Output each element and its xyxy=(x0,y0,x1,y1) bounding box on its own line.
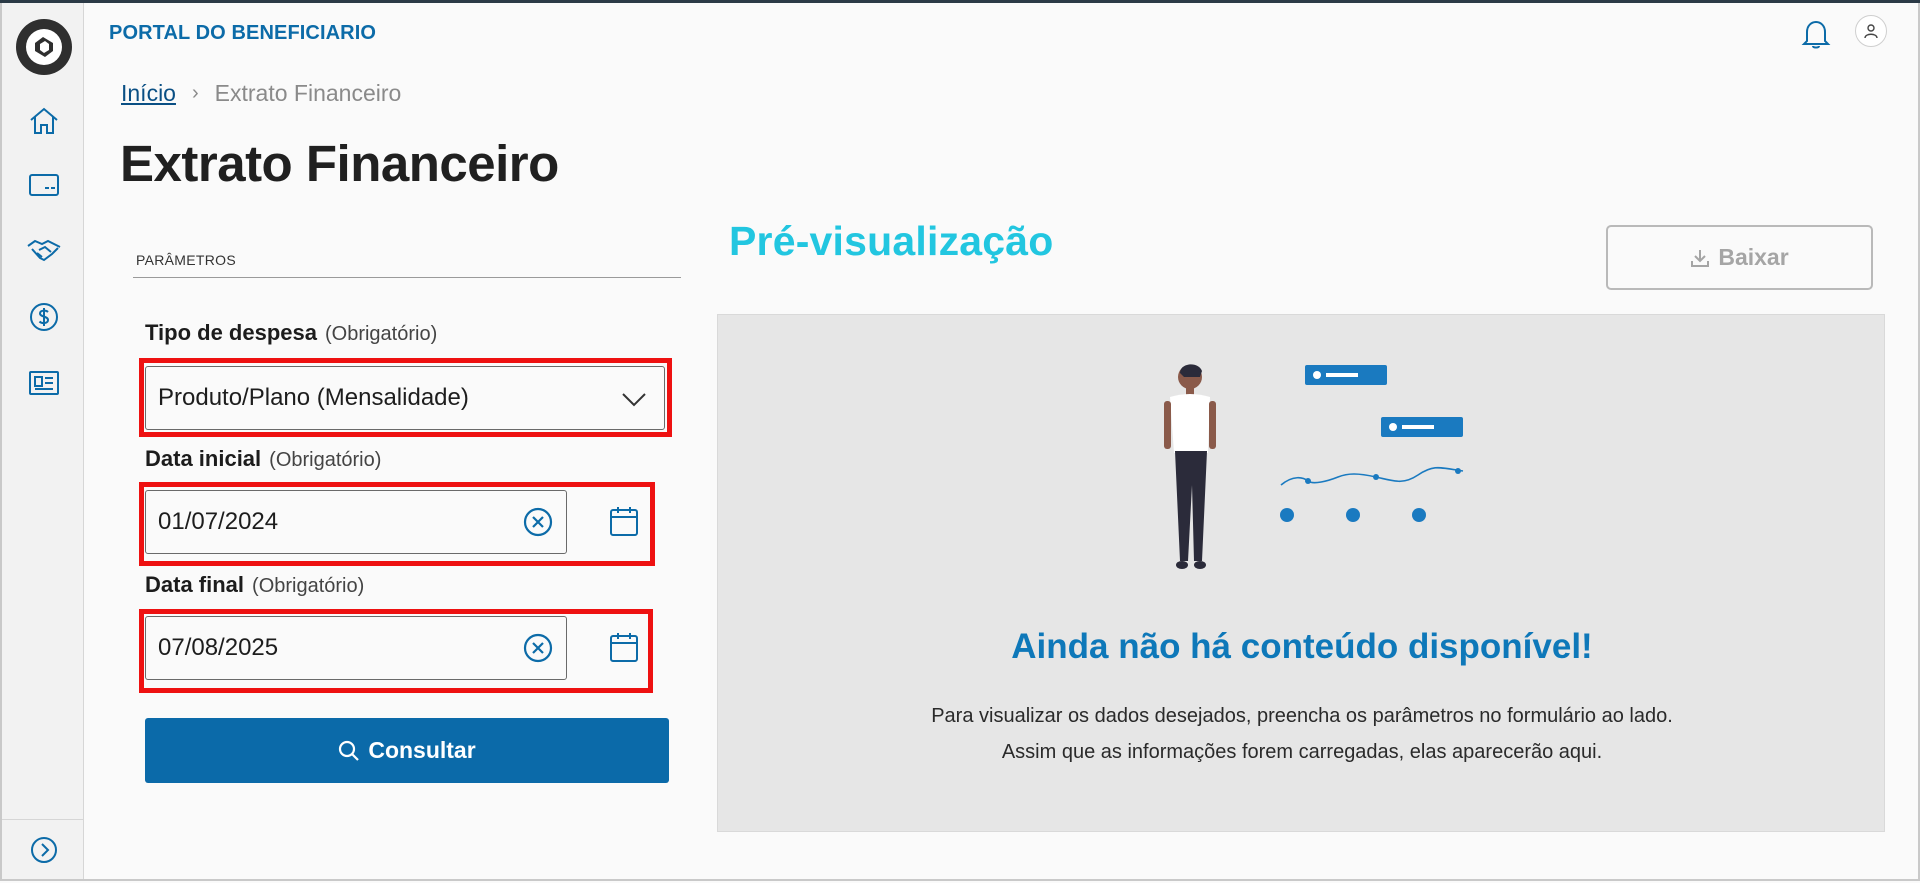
expense-type-label-text: Tipo de despesa xyxy=(145,320,317,345)
end-date-input[interactable]: 07/08/2025 xyxy=(145,616,567,680)
brand-title[interactable]: PORTAL DO BENEFICIARIO xyxy=(109,22,376,45)
chevron-right-icon: › xyxy=(191,82,199,104)
breadcrumb-current: Extrato Financeiro xyxy=(214,80,402,106)
end-date-label: Data final (Obrigatório) xyxy=(145,572,364,598)
dollar-icon[interactable] xyxy=(24,297,64,337)
expense-type-label: Tipo de despesa (Obrigatório) xyxy=(145,320,437,346)
start-date-label-text: Data inicial xyxy=(145,446,262,471)
start-date-required: (Obrigatório) xyxy=(269,449,382,471)
start-date-input[interactable]: 01/07/2024 xyxy=(145,490,567,554)
home-icon[interactable] xyxy=(24,101,64,141)
search-icon xyxy=(339,740,360,761)
consult-button[interactable]: Consultar xyxy=(145,718,669,783)
page-title: Extrato Financeiro xyxy=(120,135,559,192)
clear-end-date-icon[interactable] xyxy=(522,632,554,664)
app-logo[interactable] xyxy=(16,19,72,75)
preview-title: Pré-visualização xyxy=(729,218,1054,264)
chevron-right-circle-icon[interactable] xyxy=(24,830,64,870)
download-button-label: Baixar xyxy=(1718,244,1789,270)
download-button[interactable]: Baixar xyxy=(1606,225,1873,290)
breadcrumb: Início › Extrato Financeiro xyxy=(121,80,401,107)
empty-state-description: Para visualizar os dados desejados, pree… xyxy=(931,705,1673,763)
calendar-icon[interactable] xyxy=(604,627,644,667)
expense-type-value: Produto/Plano (Mensalidade) xyxy=(158,384,469,411)
end-date-label-text: Data final xyxy=(145,572,245,597)
bell-icon[interactable] xyxy=(1796,14,1836,54)
handshake-icon[interactable] xyxy=(24,231,64,271)
sidebar xyxy=(2,3,84,879)
end-date-required: (Obrigatório) xyxy=(252,575,365,597)
params-divider xyxy=(133,277,681,278)
sidebar-footer xyxy=(2,819,84,879)
clear-start-date-icon[interactable] xyxy=(522,506,554,538)
user-avatar[interactable] xyxy=(1855,15,1887,47)
empty-state-illustration xyxy=(1164,364,1464,569)
params-section-label: PARÂMETROS xyxy=(136,252,236,268)
expense-type-select[interactable]: Produto/Plano (Mensalidade) xyxy=(145,366,665,430)
empty-state-title: Ainda não há conteúdo disponível! xyxy=(1011,627,1593,666)
start-date-value: 01/07/2024 xyxy=(158,508,279,535)
chevron-down-icon xyxy=(622,393,646,407)
preview-panel: Ainda não há conteúdo disponível! Para v… xyxy=(717,314,1885,832)
calendar-icon[interactable] xyxy=(604,501,644,541)
breadcrumb-home-link[interactable]: Início xyxy=(121,80,176,107)
start-date-label: Data inicial (Obrigatório) xyxy=(145,446,381,472)
expense-type-required: (Obrigatório) xyxy=(324,323,438,345)
consult-button-label: Consultar xyxy=(368,737,476,763)
download-icon xyxy=(1691,249,1710,267)
card-icon[interactable] xyxy=(24,165,64,205)
end-date-value: 07/08/2025 xyxy=(158,634,279,661)
receipt-icon[interactable] xyxy=(24,363,64,403)
